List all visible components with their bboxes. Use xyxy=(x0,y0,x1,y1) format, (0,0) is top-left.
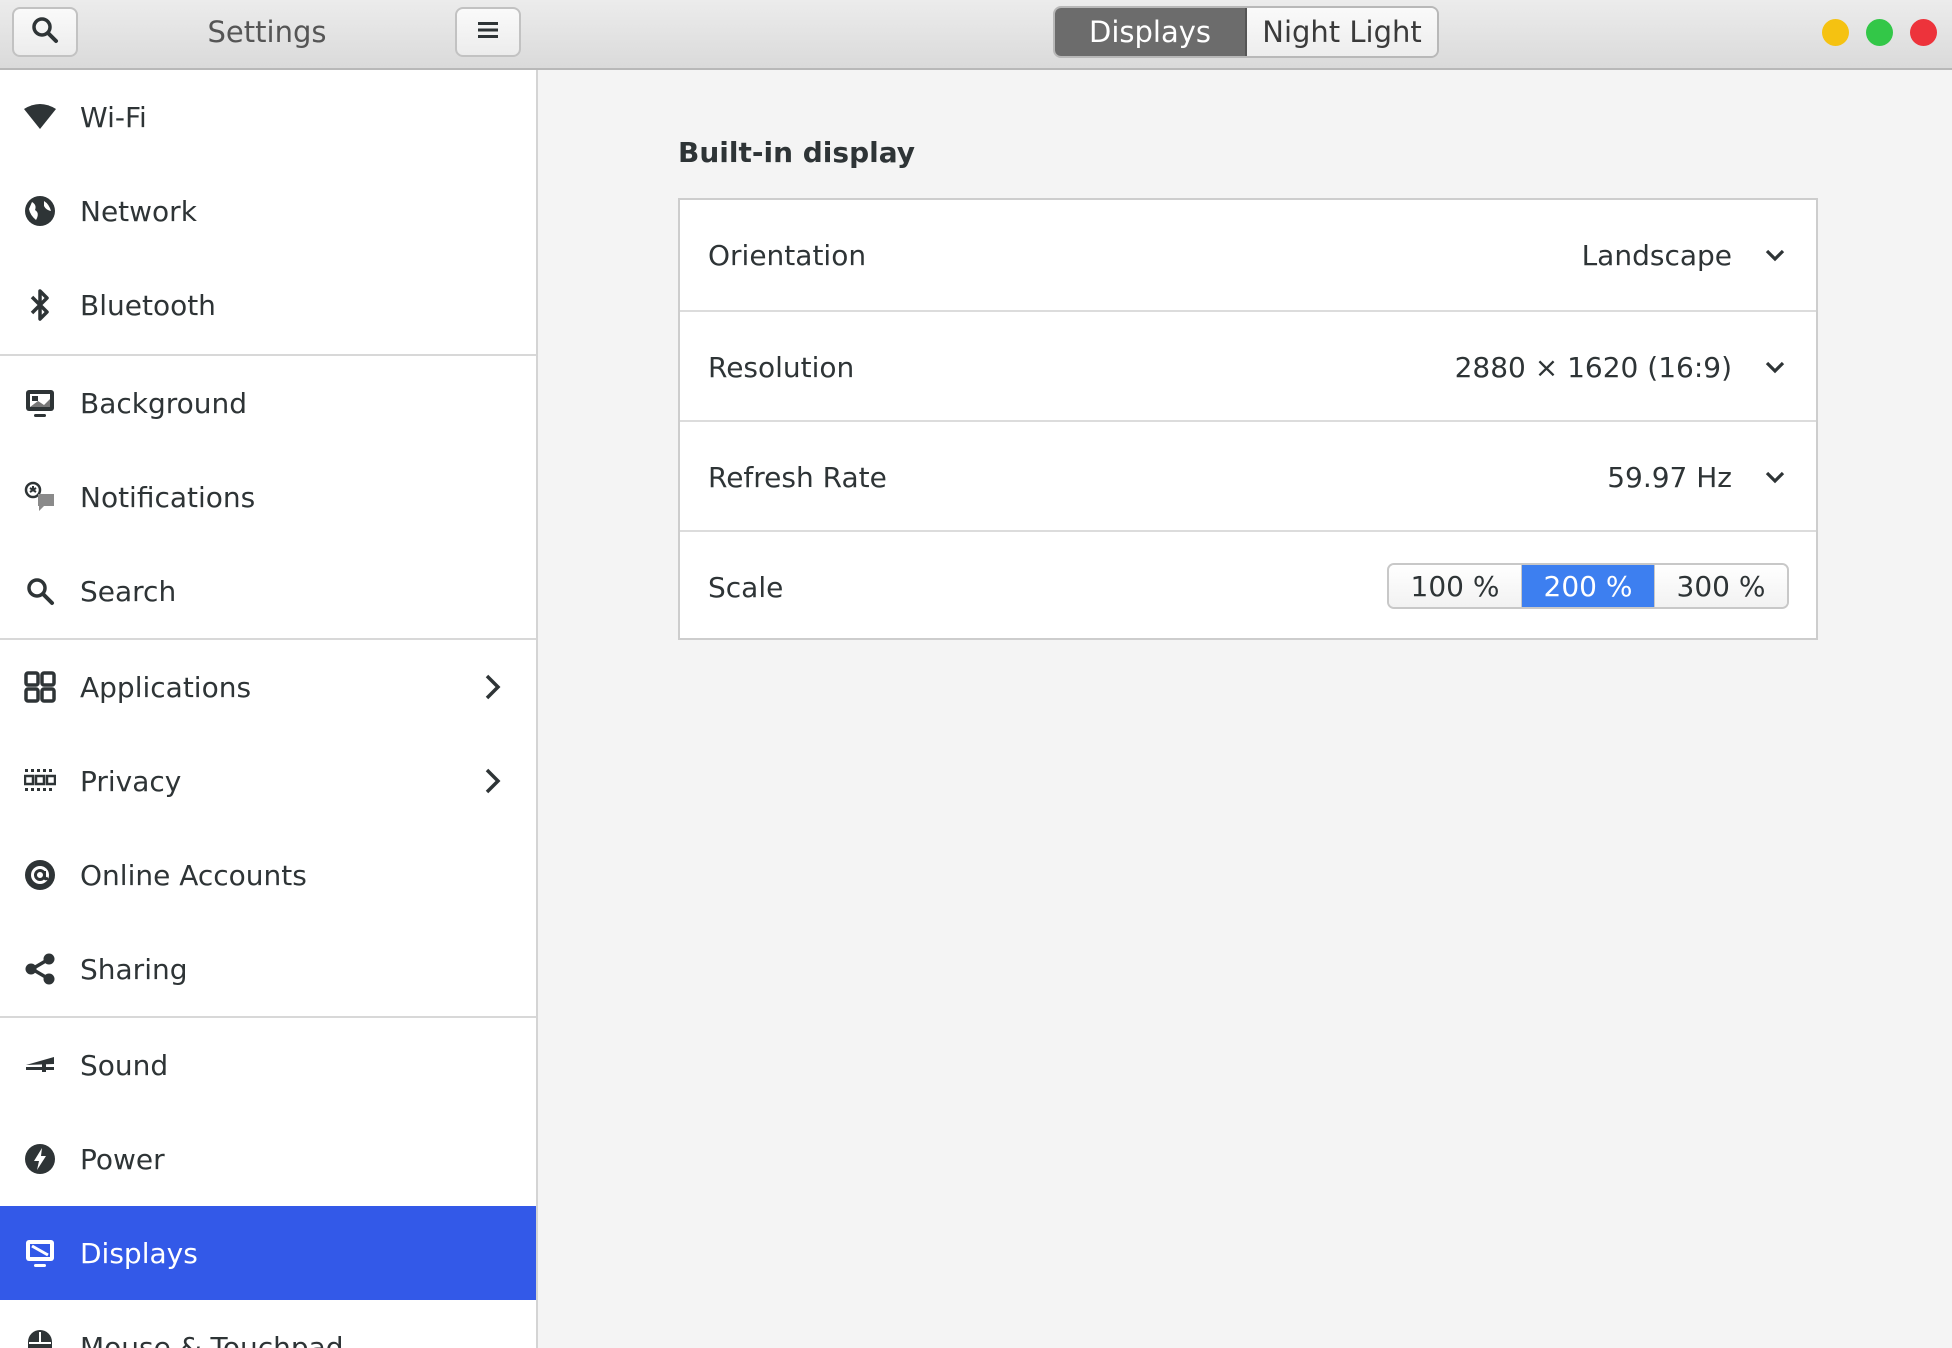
refresh-rate-label: Refresh Rate xyxy=(708,460,887,494)
privacy-icon xyxy=(22,763,58,799)
sidebar-item-mouse-touchpad[interactable]: Mouse & Touchpad xyxy=(0,1300,536,1348)
sidebar-item-label: Displays xyxy=(80,1236,198,1270)
sound-icon xyxy=(22,1047,58,1083)
view-switcher: Displays Night Light xyxy=(1053,6,1439,58)
chevron-right-icon xyxy=(478,766,508,796)
sidebar-item-notifications[interactable]: Notifications xyxy=(0,450,536,544)
scale-row: Scale 100 % 200 % 300 % xyxy=(680,532,1816,642)
scale-300-button[interactable]: 300 % xyxy=(1654,565,1787,607)
search-icon xyxy=(22,573,58,609)
sidebar-item-label: Power xyxy=(80,1142,165,1176)
globe-icon xyxy=(22,193,58,229)
section-title: Built-in display xyxy=(678,136,915,169)
bluetooth-icon xyxy=(22,287,58,323)
share-icon xyxy=(22,951,58,987)
hamburger-menu-icon xyxy=(477,20,499,44)
refresh-rate-value: 59.97 Hz xyxy=(1607,460,1732,494)
sidebar-item-displays[interactable]: Displays xyxy=(0,1206,536,1300)
chevron-down-icon xyxy=(1762,242,1788,268)
power-icon xyxy=(22,1141,58,1177)
sidebar-item-privacy[interactable]: Privacy xyxy=(0,734,536,828)
sidebar-item-bluetooth[interactable]: Bluetooth xyxy=(0,258,536,352)
menu-button[interactable] xyxy=(455,7,521,57)
scale-selector: 100 % 200 % 300 % xyxy=(1387,563,1789,609)
search-button[interactable] xyxy=(12,7,78,57)
maximize-button[interactable] xyxy=(1866,19,1893,46)
header-bar: Settings Displays Night Light xyxy=(0,0,1952,70)
resolution-label: Resolution xyxy=(708,350,855,384)
minimize-button[interactable] xyxy=(1822,19,1849,46)
resolution-value: 2880 × 1620 (16:9) xyxy=(1454,350,1732,384)
sidebar-item-label: Mouse & Touchpad xyxy=(80,1330,344,1348)
sidebar-item-sound[interactable]: Sound xyxy=(0,1018,536,1112)
sidebar-item-wifi[interactable]: Wi-Fi xyxy=(0,70,536,164)
close-button[interactable] xyxy=(1910,19,1937,46)
chevron-right-icon xyxy=(478,672,508,702)
notifications-icon xyxy=(22,479,58,515)
sidebar-item-online-accounts[interactable]: Online Accounts xyxy=(0,828,536,922)
scale-100-button[interactable]: 100 % xyxy=(1389,565,1521,607)
sidebar-item-label: Network xyxy=(80,194,197,228)
resolution-row[interactable]: Resolution 2880 × 1620 (16:9) xyxy=(680,312,1816,422)
sidebar-item-label: Bluetooth xyxy=(80,288,216,322)
sidebar: Wi-Fi Network Bluetooth Background Notif… xyxy=(0,70,538,1348)
sidebar-item-label: Sharing xyxy=(80,952,188,986)
background-icon xyxy=(22,385,58,421)
sidebar-item-power[interactable]: Power xyxy=(0,1112,536,1206)
refresh-rate-row[interactable]: Refresh Rate 59.97 Hz xyxy=(680,422,1816,532)
search-icon xyxy=(30,15,60,49)
sidebar-item-label: Notifications xyxy=(80,480,256,514)
chevron-down-icon xyxy=(1762,464,1788,490)
sidebar-item-label: Applications xyxy=(80,670,252,704)
mouse-icon xyxy=(22,1329,58,1348)
sidebar-item-label: Wi-Fi xyxy=(80,100,147,134)
sidebar-item-label: Privacy xyxy=(80,764,182,798)
sidebar-item-applications[interactable]: Applications xyxy=(0,640,536,734)
sidebar-item-label: Search xyxy=(80,574,177,608)
window-title: Settings xyxy=(207,15,327,49)
applications-icon xyxy=(22,669,58,705)
sidebar-item-network[interactable]: Network xyxy=(0,164,536,258)
orientation-row[interactable]: Orientation Landscape xyxy=(680,200,1816,310)
orientation-label: Orientation xyxy=(708,238,867,272)
tab-displays[interactable]: Displays xyxy=(1055,8,1247,56)
sidebar-item-label: Online Accounts xyxy=(80,858,307,892)
display-icon xyxy=(22,1235,58,1271)
chevron-down-icon xyxy=(1762,354,1788,380)
scale-200-button[interactable]: 200 % xyxy=(1521,565,1654,607)
orientation-value: Landscape xyxy=(1581,238,1732,272)
sidebar-item-search[interactable]: Search xyxy=(0,544,536,638)
tab-night-light[interactable]: Night Light xyxy=(1247,8,1437,56)
display-settings-panel: Orientation Landscape Resolution 2880 × … xyxy=(678,198,1818,640)
sidebar-item-sharing[interactable]: Sharing xyxy=(0,922,536,1016)
sidebar-item-background[interactable]: Background xyxy=(0,356,536,450)
sidebar-item-label: Sound xyxy=(80,1048,169,1082)
scale-label: Scale xyxy=(708,570,784,604)
sidebar-item-label: Background xyxy=(80,386,248,420)
wifi-icon xyxy=(22,99,58,135)
at-sign-icon xyxy=(22,857,58,893)
